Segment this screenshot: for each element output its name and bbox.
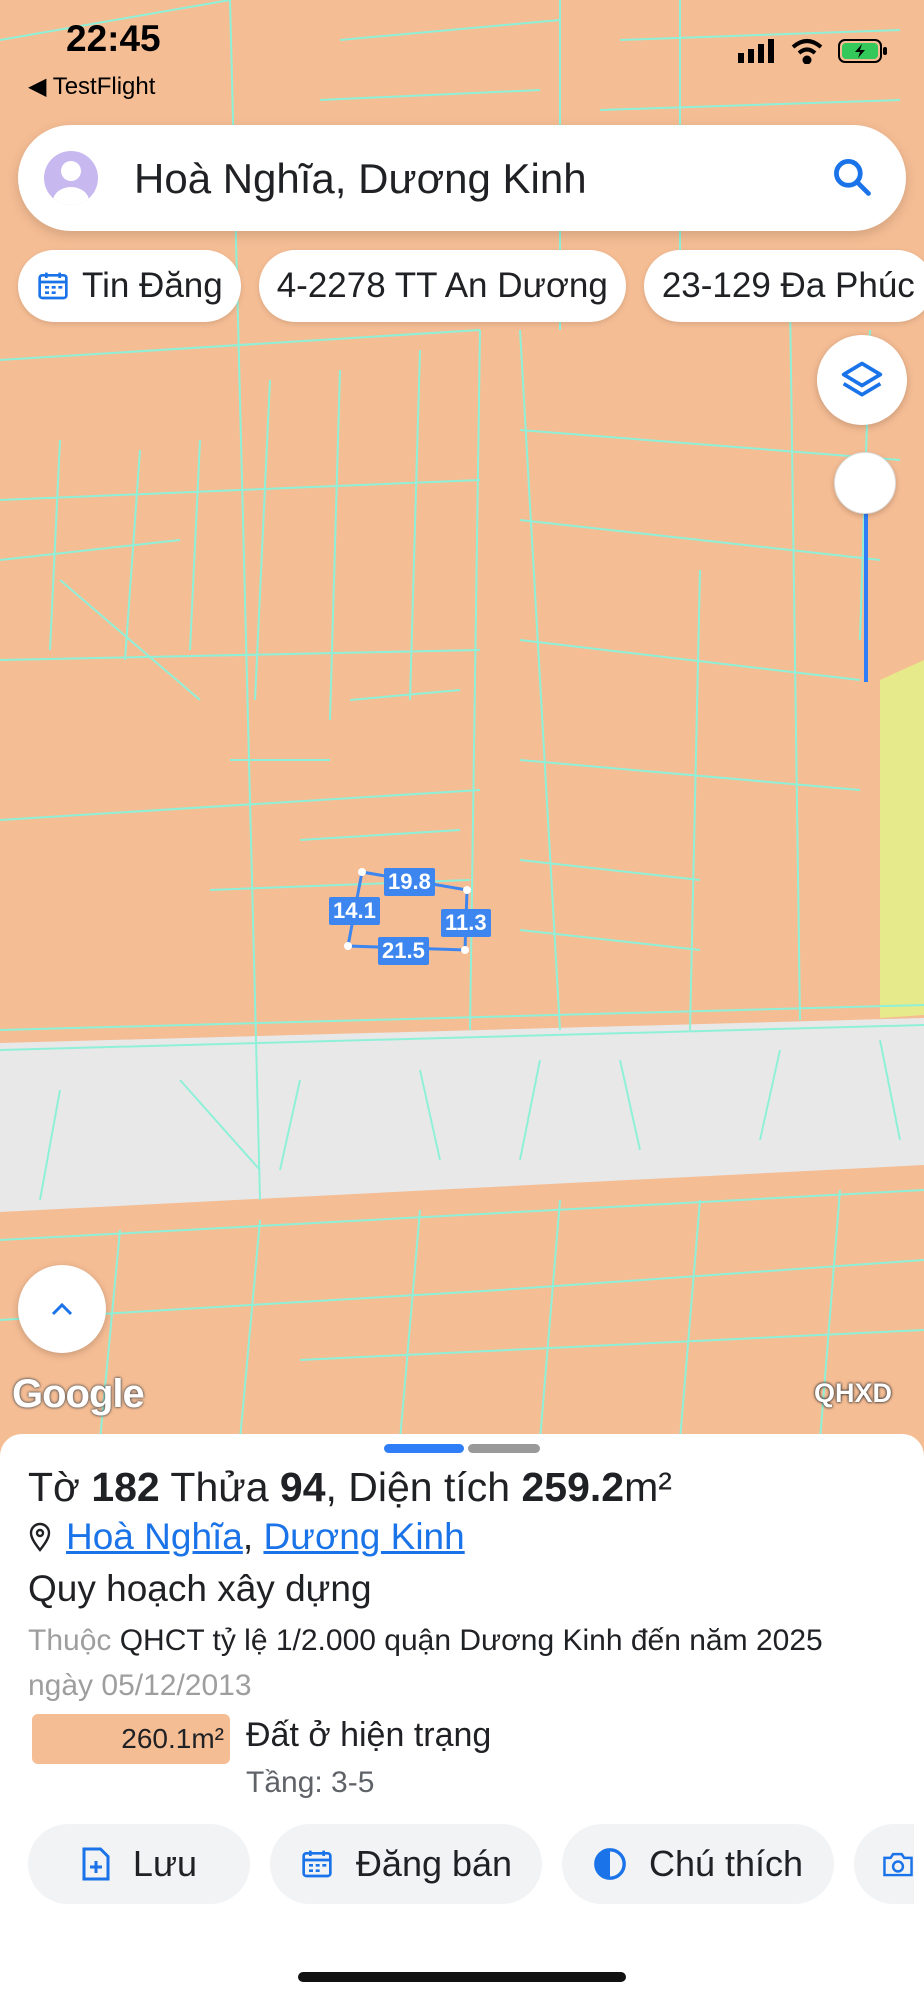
chip-recent-1[interactable]: 4-2278 TT An Dương: [258, 250, 626, 322]
file-add-icon: [82, 1847, 110, 1881]
dimension-left: 14.1: [329, 897, 380, 925]
action-row: Lưu Đăng bán Chú thích: [28, 1824, 914, 1904]
legend-button[interactable]: Chú thích: [562, 1824, 834, 1904]
district-link[interactable]: Dương Kinh: [263, 1516, 464, 1557]
planning-description: Thuộc QHCT tỷ lệ 1/2.000 quận Dương Kinh…: [28, 1624, 823, 1702]
home-indicator: [298, 1972, 626, 1982]
dimension-bottom: 21.5: [378, 937, 429, 965]
layers-button[interactable]: [817, 335, 907, 425]
back-arrow-icon: ◀: [28, 73, 47, 100]
calendar-icon: [38, 272, 68, 300]
add-photo-button[interactable]: [854, 1824, 914, 1904]
save-button[interactable]: Lưu: [28, 1824, 250, 1904]
chip-recent-2[interactable]: 23-129 Đa Phúc: [643, 250, 924, 322]
status-time: 22:45: [66, 18, 161, 59]
search-input[interactable]: Hoà Nghĩa, Dương Kinh: [134, 155, 587, 203]
zone-floors: Tầng: 3-5: [246, 1766, 375, 1799]
dimension-top: 19.8: [384, 868, 435, 896]
parcel-title: Tờ 182 Thửa 94, Diện tích 259.2m²: [28, 1464, 672, 1510]
zone-type: Đất ở hiện trạng: [246, 1716, 492, 1754]
chevron-up-icon: [51, 1302, 73, 1316]
status-bar: 22:45 ◀ TestFlight: [0, 0, 924, 110]
wifi-icon: [791, 39, 823, 64]
planning-title: Quy hoạch xây dựng: [28, 1568, 372, 1609]
chip-row: Tin Đăng 4-2278 TT An Dương 23-129 Đa Ph…: [18, 250, 924, 322]
search-bar[interactable]: Hoà Nghĩa, Dương Kinh: [18, 125, 906, 231]
layer-label: QHXD: [814, 1378, 893, 1408]
zoom-slider-track[interactable]: [864, 500, 868, 682]
camera-add-icon: [883, 1852, 913, 1877]
calendar-icon: [302, 1850, 332, 1878]
sheet-handle[interactable]: [468, 1444, 540, 1453]
dimension-right: 11.3: [441, 909, 491, 937]
chip-tin-dang[interactable]: Tin Đăng: [18, 250, 241, 322]
layers-icon: [841, 361, 883, 397]
sheet-handle-active[interactable]: [384, 1444, 464, 1453]
post-sale-button[interactable]: Đăng bán: [270, 1824, 542, 1904]
ward-link[interactable]: Hoà Nghĩa: [66, 1516, 243, 1557]
signal-icon: [738, 39, 774, 63]
location-pin-icon: [29, 1522, 51, 1552]
contrast-icon: [594, 1848, 626, 1880]
expand-button[interactable]: [18, 1265, 106, 1353]
parcel-location: Hoà Nghĩa, Dương Kinh: [28, 1516, 465, 1558]
zone-area-badge: 260.1m²: [32, 1714, 230, 1764]
avatar[interactable]: [44, 151, 98, 205]
battery-icon: [838, 39, 887, 63]
google-logo: Google: [12, 1372, 145, 1416]
zoom-slider-knob[interactable]: [834, 452, 896, 514]
back-to-app-link[interactable]: ◀ TestFlight: [28, 72, 155, 101]
search-icon[interactable]: [830, 155, 874, 204]
parcel-info-sheet[interactable]: Tờ 182 Thửa 94, Diện tích 259.2m² Hoà Ng…: [0, 1434, 924, 2000]
